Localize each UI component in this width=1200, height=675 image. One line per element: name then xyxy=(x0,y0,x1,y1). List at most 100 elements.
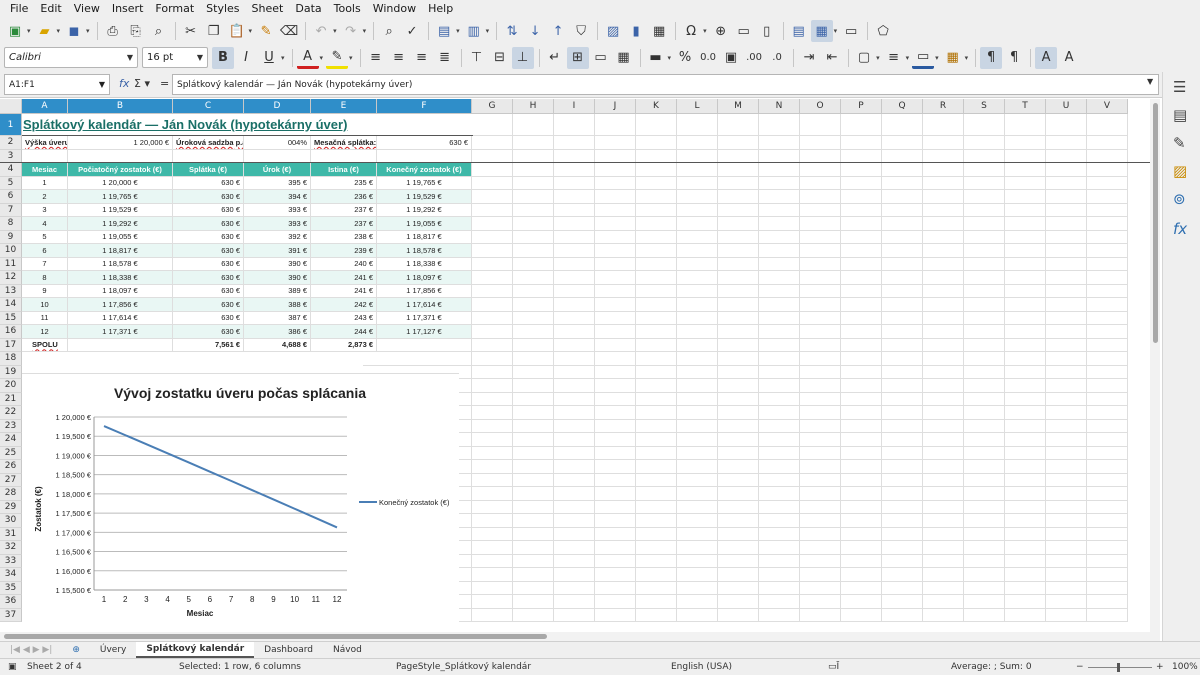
grid-cell[interactable] xyxy=(677,217,718,231)
grid-cell[interactable] xyxy=(595,136,636,150)
grid-cell[interactable] xyxy=(1087,163,1128,177)
grid-cell[interactable] xyxy=(923,379,964,393)
table-cell[interactable]: 394 € xyxy=(244,190,311,204)
grid-cell[interactable] xyxy=(1046,460,1087,474)
grid-cell[interactable] xyxy=(1087,446,1128,460)
row-header[interactable]: 8 xyxy=(0,217,22,231)
grid-cell[interactable] xyxy=(472,190,513,204)
grid-cell[interactable] xyxy=(923,595,964,609)
grid-cell[interactable] xyxy=(718,581,759,595)
grid-cell[interactable] xyxy=(595,325,636,339)
split-window-icon[interactable]: ▭ xyxy=(840,20,862,42)
grid-cell[interactable] xyxy=(595,581,636,595)
grid-cell[interactable] xyxy=(554,554,595,568)
grid-cell[interactable] xyxy=(882,419,923,433)
grid-cell[interactable] xyxy=(759,541,800,555)
grid-cell[interactable] xyxy=(636,244,677,258)
grid-cell[interactable] xyxy=(841,257,882,271)
totals-cell[interactable]: 4,688 € xyxy=(244,338,311,352)
grid-cell[interactable] xyxy=(882,244,923,258)
grid-cell[interactable] xyxy=(759,365,800,379)
row-header[interactable]: 11 xyxy=(0,257,22,271)
row-header[interactable]: 26 xyxy=(0,460,22,474)
grid-cell[interactable] xyxy=(513,406,554,420)
grid-cell[interactable] xyxy=(759,203,800,217)
menu-item-format[interactable]: Format xyxy=(149,2,200,15)
grid-cell[interactable] xyxy=(800,230,841,244)
grid-cell[interactable] xyxy=(923,217,964,231)
grid-cell[interactable] xyxy=(472,527,513,541)
italic-icon[interactable]: I xyxy=(235,47,257,69)
merge-center-icon[interactable]: ⊞ xyxy=(566,46,589,69)
grid-cell[interactable] xyxy=(472,338,513,352)
select-all-corner[interactable] xyxy=(0,99,22,114)
special-character-icon[interactable]: Ω xyxy=(680,20,702,42)
grid-cell[interactable] xyxy=(1046,284,1087,298)
table-cell[interactable]: 244 € xyxy=(311,325,377,339)
grid-cell[interactable] xyxy=(718,203,759,217)
table-cell[interactable]: 1 19,292 € xyxy=(377,203,472,217)
row-header[interactable]: 15 xyxy=(0,311,22,325)
grid-cell[interactable] xyxy=(1046,608,1087,622)
table-cell[interactable]: 1 19,529 € xyxy=(377,190,472,204)
grid-cell[interactable] xyxy=(513,190,554,204)
grid-cell[interactable] xyxy=(718,338,759,352)
grid-cell[interactable] xyxy=(923,581,964,595)
grid-cell[interactable] xyxy=(841,311,882,325)
grid-cell[interactable] xyxy=(595,203,636,217)
grid-cell[interactable] xyxy=(759,311,800,325)
grid-cell[interactable] xyxy=(841,298,882,312)
grid-cell[interactable] xyxy=(800,352,841,366)
grid-cell[interactable] xyxy=(595,473,636,487)
table-cell[interactable]: 237 € xyxy=(311,203,377,217)
table-cell[interactable]: 1 18,578 € xyxy=(68,257,173,271)
grid-cell[interactable] xyxy=(964,149,1005,163)
table-cell[interactable]: 236 € xyxy=(311,190,377,204)
column-header[interactable]: O xyxy=(800,99,841,114)
grid-cell[interactable] xyxy=(554,608,595,622)
grid-cell[interactable] xyxy=(677,541,718,555)
grid-cell[interactable] xyxy=(1005,176,1046,190)
row-header[interactable]: 22 xyxy=(0,406,22,420)
grid-cell[interactable] xyxy=(841,392,882,406)
grid-cell[interactable] xyxy=(636,473,677,487)
grid-cell[interactable] xyxy=(554,406,595,420)
grid-cell[interactable] xyxy=(595,217,636,231)
grid-cell[interactable] xyxy=(595,379,636,393)
row-header[interactable]: 35 xyxy=(0,581,22,595)
grid-cell[interactable] xyxy=(964,406,1005,420)
grid-cell[interactable] xyxy=(718,487,759,501)
row-header[interactable]: 3 xyxy=(0,149,22,163)
grid-cell[interactable] xyxy=(677,338,718,352)
grid-cell[interactable] xyxy=(677,352,718,366)
grid-cell[interactable] xyxy=(1087,487,1128,501)
currency-format-icon[interactable]: ▬ xyxy=(645,47,667,69)
grid-cell[interactable] xyxy=(595,284,636,298)
grid-cell[interactable] xyxy=(636,230,677,244)
grid-cell[interactable] xyxy=(882,190,923,204)
grid-cell[interactable] xyxy=(636,365,677,379)
table-cell[interactable]: 1 19,055 € xyxy=(377,217,472,231)
grid-cell[interactable] xyxy=(923,149,964,163)
spreadsheet-grid[interactable]: A B C D E F G H I J K L M N O P Q R S T U V 1 2 3 4 5 6 7 8 9 10 11 12 13 1… xyxy=(0,99,1160,632)
grid-cell[interactable] xyxy=(800,527,841,541)
grid-cell[interactable] xyxy=(636,203,677,217)
table-cell[interactable]: 1 18,097 € xyxy=(377,271,472,285)
grid-cell[interactable] xyxy=(1005,392,1046,406)
sheet-tab[interactable]: Dashboard xyxy=(254,642,323,658)
grid-cell[interactable] xyxy=(636,379,677,393)
grid-cell[interactable] xyxy=(513,419,554,433)
status-language[interactable]: English (USA) xyxy=(671,662,732,672)
grid-cell[interactable] xyxy=(718,568,759,582)
totals-cell[interactable]: 2,873 € xyxy=(311,338,377,352)
grid-cell[interactable] xyxy=(718,433,759,447)
redo-icon[interactable]: ↷ xyxy=(340,20,362,42)
column-header[interactable]: G xyxy=(472,99,513,114)
grid-cell[interactable] xyxy=(1087,568,1128,582)
autofilter-icon[interactable]: ⛉ xyxy=(570,20,592,42)
grid-cell[interactable] xyxy=(1087,190,1128,204)
grid-cell[interactable] xyxy=(882,149,923,163)
column-header[interactable]: N xyxy=(759,99,800,114)
row-header[interactable]: 23 xyxy=(0,419,22,433)
grid-cell[interactable] xyxy=(964,176,1005,190)
